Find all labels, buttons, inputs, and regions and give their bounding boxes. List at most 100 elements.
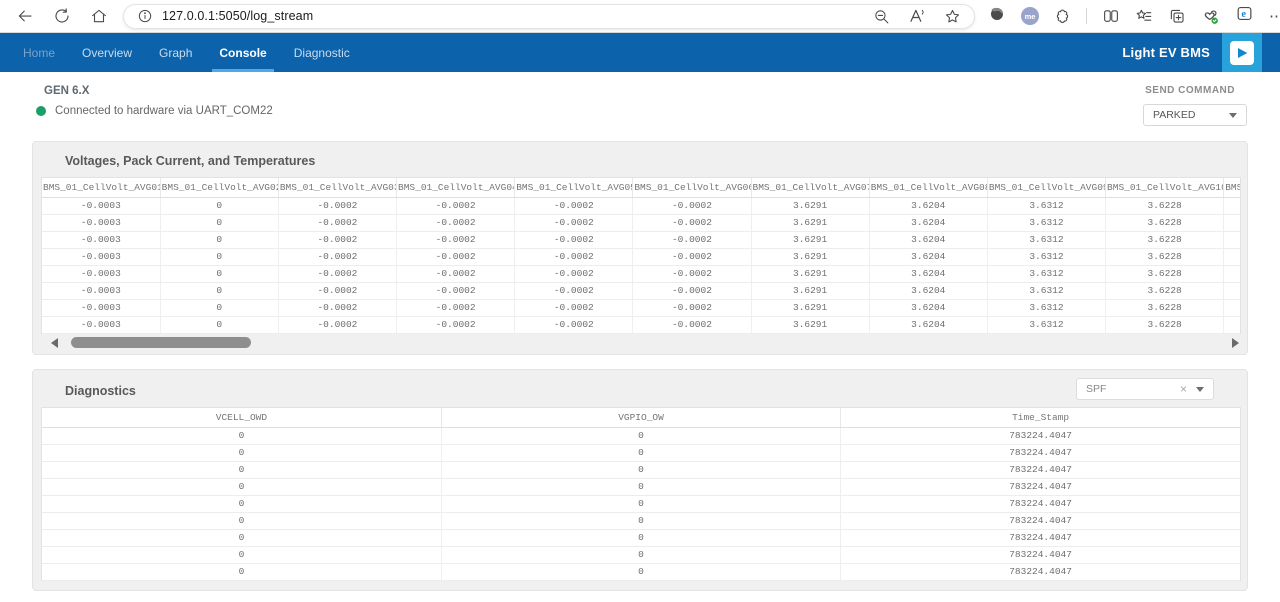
- column-header: BMS_01_CellVolt_AVG07: [751, 178, 869, 197]
- column-header: BMS_01_CellVolt_AVG05: [515, 178, 633, 197]
- scroll-left-icon[interactable]: [51, 338, 58, 348]
- zoom-out-icon[interactable]: [873, 8, 890, 25]
- table-cell: -0.0003: [42, 299, 160, 316]
- table-cell: 3.6291: [751, 316, 869, 333]
- voltages-panel: Voltages, Pack Current, and Temperatures…: [32, 141, 1248, 355]
- table-cell: 3.6228: [1106, 231, 1224, 248]
- table-cell: 0: [441, 563, 840, 580]
- table-cell: -0.0002: [633, 299, 751, 316]
- edge-workspaces-icon[interactable]: e: [1235, 4, 1254, 28]
- extensions-splat-icon[interactable]: [1054, 8, 1071, 25]
- favorites-bar-icon[interactable]: [1135, 7, 1153, 25]
- table-row: 00783224.4047: [42, 495, 1240, 512]
- column-header: BMS_01_CellVolt_AVG11: [1224, 178, 1241, 197]
- column-header: BMS_01_CellVolt_AVG09: [987, 178, 1105, 197]
- table-cell: 3.6291: [751, 197, 869, 214]
- table-cell: [1224, 316, 1241, 333]
- column-header: Time_Stamp: [841, 408, 1240, 427]
- table-cell: 3.6312: [987, 197, 1105, 214]
- toolbar-divider: [1086, 8, 1087, 24]
- favorite-star-icon[interactable]: [944, 8, 961, 25]
- nav-tab-graph[interactable]: Graph: [152, 33, 199, 72]
- table-row: 00783224.4047: [42, 563, 1240, 580]
- table-cell: 783224.4047: [841, 478, 1240, 495]
- table-cell: 3.6228: [1106, 197, 1224, 214]
- table-cell: 0: [160, 282, 278, 299]
- table-cell: -0.0003: [42, 197, 160, 214]
- table-cell: 0: [441, 495, 840, 512]
- table-cell: 0: [160, 316, 278, 333]
- table-cell: 0: [160, 265, 278, 282]
- table-cell: -0.0002: [278, 214, 396, 231]
- nav-tab-label: Diagnostic: [294, 46, 350, 60]
- read-aloud-icon[interactable]: [908, 7, 926, 25]
- nav-tab-console[interactable]: Console: [212, 33, 273, 72]
- split-screen-icon[interactable]: [1102, 7, 1120, 25]
- table-cell: 3.6204: [869, 231, 987, 248]
- nav-tab-diagnostic[interactable]: Diagnostic: [287, 33, 357, 72]
- send-command-select[interactable]: PARKED: [1143, 104, 1247, 126]
- table-cell: 0: [441, 529, 840, 546]
- nav-tab-label: Graph: [159, 46, 192, 60]
- address-bar[interactable]: 127.0.0.1:5050/log_stream: [123, 4, 975, 29]
- scroll-right-icon[interactable]: [1232, 338, 1239, 348]
- diagnostics-filter-select[interactable]: SPF ×: [1076, 378, 1214, 400]
- table-row: -0.00030-0.0002-0.0002-0.0002-0.00023.62…: [42, 299, 1241, 316]
- scrollbar-track[interactable]: [65, 337, 1225, 348]
- table-row: -0.00030-0.0002-0.0002-0.0002-0.00023.62…: [42, 248, 1241, 265]
- diagnostics-table: VCELL_OWDVGPIO_OWTime_Stamp00783224.4047…: [41, 407, 1241, 581]
- profile-avatar[interactable]: me: [1021, 7, 1039, 25]
- nav-tab-overview[interactable]: Overview: [75, 33, 139, 72]
- table-cell: -0.0002: [278, 265, 396, 282]
- table-cell: -0.0002: [633, 282, 751, 299]
- scrollbar-thumb[interactable]: [71, 337, 251, 348]
- table-cell: 3.6291: [751, 248, 869, 265]
- collections-icon[interactable]: [1168, 7, 1186, 25]
- nav-tab-label: Overview: [82, 46, 132, 60]
- table-cell: 3.6204: [869, 282, 987, 299]
- table-cell: 3.6228: [1106, 248, 1224, 265]
- table-cell: 3.6291: [751, 231, 869, 248]
- table-cell: -0.0002: [633, 316, 751, 333]
- extension-sphere-icon[interactable]: [988, 5, 1006, 28]
- table-cell: -0.0002: [515, 197, 633, 214]
- edge-e-glyph: e: [1241, 9, 1246, 20]
- url-text[interactable]: 127.0.0.1:5050/log_stream: [162, 9, 873, 23]
- table-cell: -0.0002: [397, 265, 515, 282]
- table-cell: -0.0002: [397, 316, 515, 333]
- table-cell: -0.0002: [397, 197, 515, 214]
- table-row: -0.00030-0.0002-0.0002-0.0002-0.00023.62…: [42, 282, 1241, 299]
- table-cell: 783224.4047: [841, 427, 1240, 444]
- refresh-icon[interactable]: [53, 7, 71, 25]
- back-icon[interactable]: [16, 7, 34, 25]
- table-cell: -0.0002: [397, 282, 515, 299]
- column-header: BMS_01_CellVolt_AVG02: [160, 178, 278, 197]
- site-info-icon[interactable]: [137, 8, 153, 24]
- clear-icon[interactable]: ×: [1180, 382, 1187, 396]
- table-cell: 3.6228: [1106, 265, 1224, 282]
- brand-title: Light EV BMS: [1122, 45, 1210, 60]
- home-icon[interactable]: [90, 7, 108, 25]
- voltages-table[interactable]: BMS_01_CellVolt_AVG01BMS_01_CellVolt_AVG…: [41, 177, 1241, 334]
- table-row: -0.00030-0.0002-0.0002-0.0002-0.00023.62…: [42, 231, 1241, 248]
- table-row: 00783224.4047: [42, 478, 1240, 495]
- table-cell: -0.0002: [515, 316, 633, 333]
- table-cell: 0: [160, 214, 278, 231]
- table-cell: -0.0002: [397, 231, 515, 248]
- connected-status-icon: [36, 106, 46, 116]
- nav-tab-home[interactable]: Home: [16, 33, 62, 72]
- table-cell: 0: [160, 248, 278, 265]
- settings-menu-icon[interactable]: ⋯: [1269, 0, 1278, 33]
- diagnostics-panel: Diagnostics SPF × VCELL_OWDVGPIO_OWTime_…: [32, 369, 1248, 591]
- table-cell: 0: [42, 563, 441, 580]
- table-cell: -0.0002: [515, 282, 633, 299]
- send-command-value: PARKED: [1153, 109, 1195, 121]
- table-cell: [1224, 214, 1241, 231]
- table-cell: -0.0002: [633, 214, 751, 231]
- table-cell: -0.0002: [515, 299, 633, 316]
- table-cell: 783224.4047: [841, 529, 1240, 546]
- browser-essentials-icon[interactable]: [1201, 7, 1220, 26]
- table-cell: 0: [441, 512, 840, 529]
- table-cell: 3.6312: [987, 282, 1105, 299]
- table-cell: -0.0002: [278, 231, 396, 248]
